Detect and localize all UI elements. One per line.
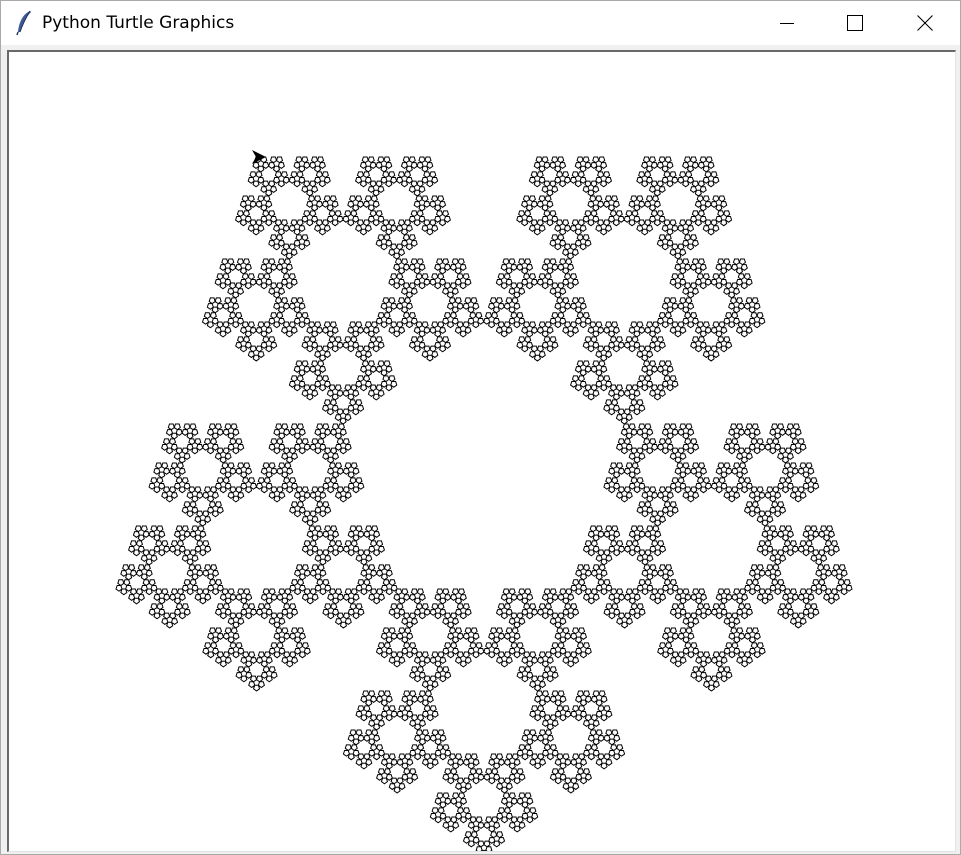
turtle-canvas-frame (7, 50, 956, 852)
window-title: Python Turtle Graphics (42, 13, 235, 33)
pentaflake-figure (115, 156, 853, 851)
maximize-icon (847, 15, 863, 31)
minimize-button[interactable] (764, 1, 810, 45)
maximize-button[interactable] (832, 1, 878, 45)
close-button[interactable] (902, 1, 948, 45)
feather-icon (16, 10, 31, 36)
turtle-canvas[interactable] (9, 52, 955, 851)
pentaflake-outline (115, 156, 853, 851)
turtle-window: Python Turtle Graphics (0, 0, 961, 855)
close-icon (917, 15, 933, 31)
minimize-icon (780, 23, 794, 24)
title-bar[interactable]: Python Turtle Graphics (1, 1, 960, 45)
